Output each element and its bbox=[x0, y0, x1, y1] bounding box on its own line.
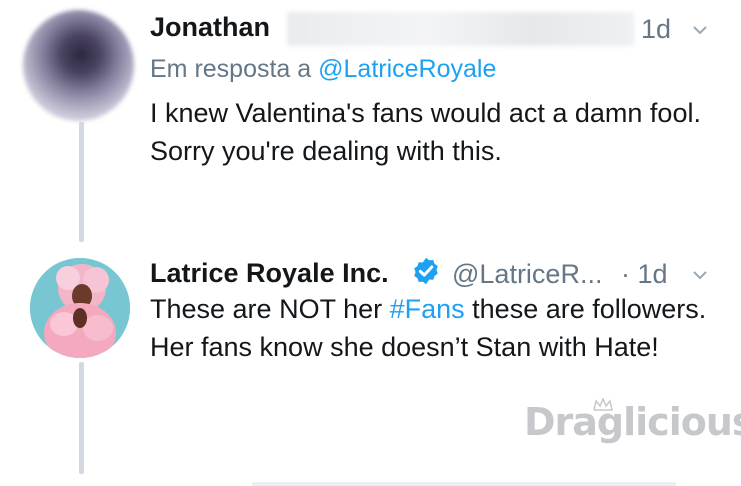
hashtag-link[interactable]: #Fans bbox=[390, 294, 465, 324]
reply-context: Em resposta a @LatriceRoyale bbox=[150, 55, 496, 84]
watermark: Draglicious bbox=[524, 400, 741, 444]
reply-prefix: Em resposta a bbox=[150, 55, 319, 83]
crown-icon bbox=[593, 398, 613, 411]
chevron-down-icon[interactable] bbox=[693, 268, 707, 282]
tweet-text: I knew Valentina's fans would act a damn… bbox=[150, 98, 701, 166]
tweet-time[interactable]: 1d bbox=[641, 14, 671, 45]
thread-connector-line bbox=[79, 362, 84, 474]
user-name[interactable]: Latrice Royale Inc. bbox=[150, 258, 389, 289]
thread-connector-line bbox=[79, 122, 84, 242]
avatar[interactable] bbox=[30, 258, 130, 358]
user-name[interactable]: Jonathan bbox=[150, 12, 270, 43]
avatar[interactable] bbox=[23, 10, 134, 121]
chevron-down-icon[interactable] bbox=[693, 23, 707, 37]
tweet-text: These are NOT her #Fans these are follow… bbox=[150, 290, 720, 366]
tweet-text-part: These are NOT her bbox=[150, 294, 390, 324]
redacted-handle bbox=[287, 12, 634, 46]
avatar-image bbox=[30, 258, 130, 358]
divider bbox=[252, 482, 676, 486]
reply-mention-link[interactable]: @LatriceRoyale bbox=[318, 55, 496, 83]
verified-badge-icon bbox=[414, 257, 438, 285]
tweet-time[interactable]: · 1d bbox=[621, 259, 668, 290]
user-handle[interactable]: @LatriceR... bbox=[452, 259, 602, 290]
